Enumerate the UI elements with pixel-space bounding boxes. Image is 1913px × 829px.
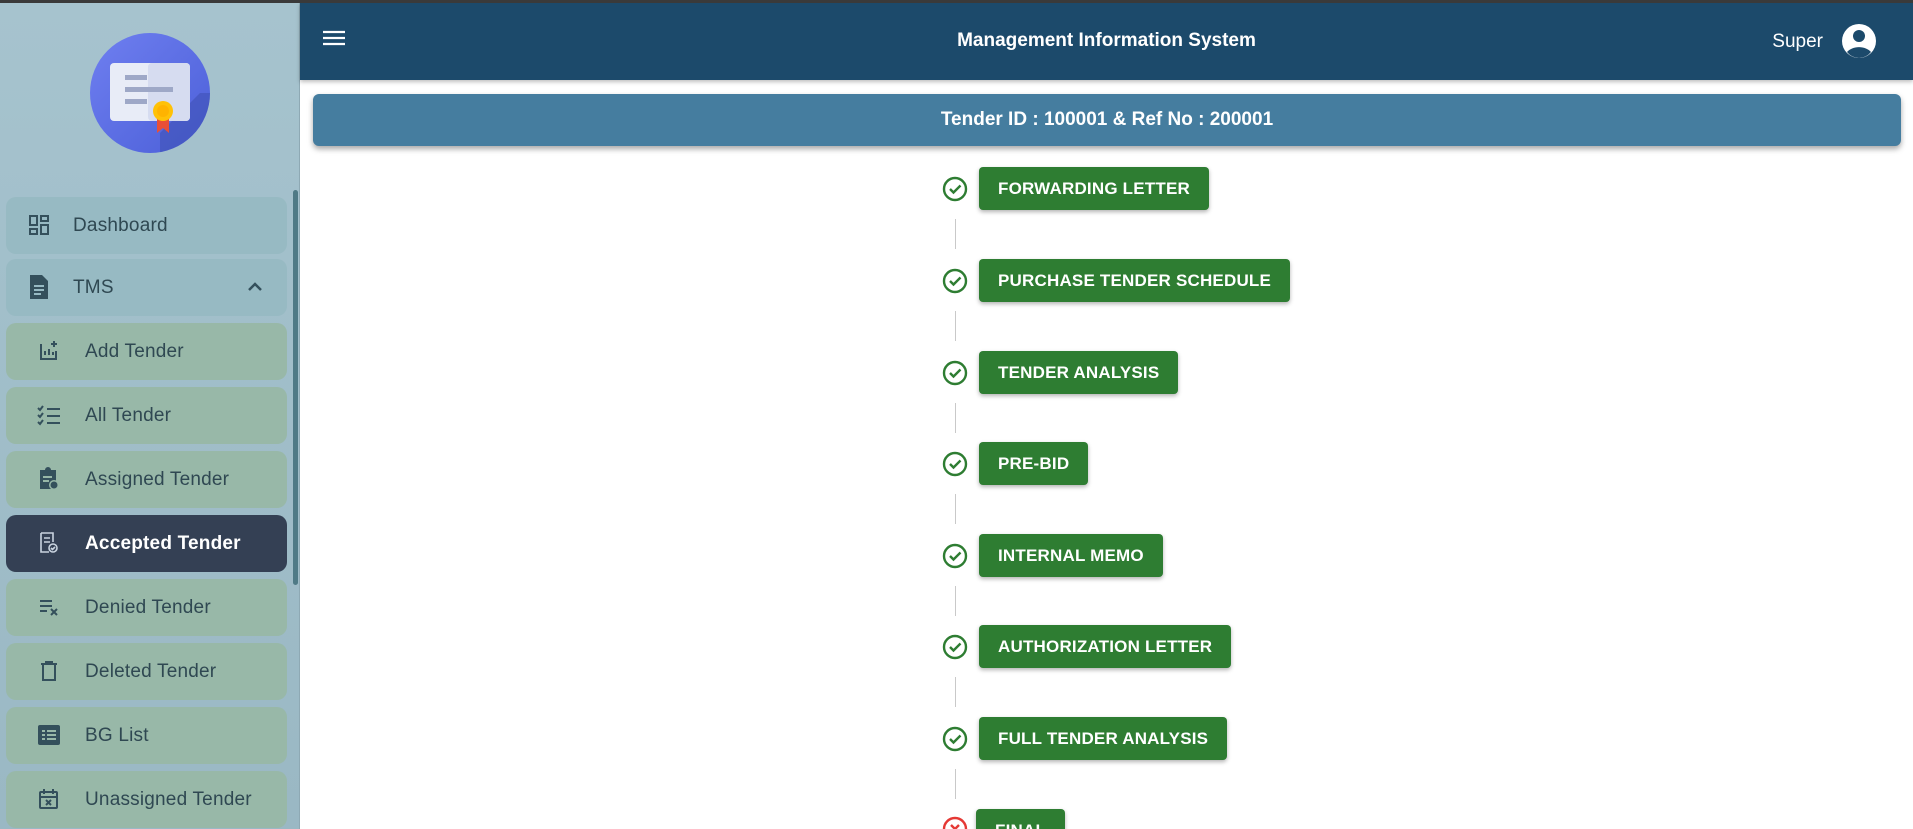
step-connector [955,677,956,707]
step-connector [955,769,956,799]
sidebar-item-label: Deleted Tender [85,660,217,682]
cancel-circle-icon [942,816,968,829]
accepted-document-icon [36,530,62,556]
dashboard-icon [26,212,52,238]
app-logo [90,33,210,153]
sidebar-item-denied-tender[interactable]: Denied Tender [6,579,287,636]
step-final-button[interactable]: FINAL [976,809,1066,829]
sidebar-item-add-tender[interactable]: Add Tender [6,323,287,380]
sidebar-item-label: Unassigned Tender [85,788,252,810]
sidebar-item-label: Add Tender [85,340,184,362]
sidebar-item-unassigned-tender[interactable]: Unassigned Tender [6,771,287,828]
window-top-border [0,0,1913,3]
check-circle-icon [942,634,968,660]
step-purchase-tender-schedule-button[interactable]: PURCHASE TENDER SCHEDULE [979,259,1291,302]
assigned-clipboard-icon [36,466,62,492]
tender-banner: Tender ID : 100001 & Ref No : 200001 [313,94,1901,146]
step-connector [955,586,956,616]
check-circle-icon [942,360,968,386]
check-circle-icon [942,268,968,294]
step-pre-bid-button[interactable]: PRE-BID [979,442,1089,485]
step-internal-memo-button[interactable]: INTERNAL MEMO [979,534,1163,577]
sidebar-item-label: Dashboard [73,214,168,236]
sidebar-scrollbar[interactable] [293,190,298,585]
playlist-remove-icon [36,594,62,620]
sidebar-item-deleted-tender[interactable]: Deleted Tender [6,643,287,700]
step-forwarding-letter-button[interactable]: FORWARDING LETTER [979,167,1209,210]
sidebar-item-label: All Tender [85,404,172,426]
sidebar-item-label: TMS [73,276,114,298]
list-box-icon [36,722,62,748]
check-circle-icon [942,176,968,202]
calendar-x-icon [36,786,62,812]
sidebar-item-bg-list[interactable]: BG List [6,707,287,764]
step-full-tender-analysis-button[interactable]: FULL TENDER ANALYSIS [979,717,1228,760]
document-icon [26,274,52,300]
sidebar-item-all-tender[interactable]: All Tender [6,387,287,444]
checklist-icon [36,402,62,428]
check-circle-icon [942,726,968,752]
sidebar-item-label: Assigned Tender [85,468,230,490]
top-app-bar: Management Information System Super [300,3,1913,80]
check-circle-icon [942,543,968,569]
step-connector [955,494,956,524]
sidebar-item-label: Denied Tender [85,596,211,618]
sidebar-item-dashboard[interactable]: Dashboard [6,197,287,254]
step-authorization-letter-button[interactable]: AUTHORIZATION LETTER [979,625,1232,668]
chevron-up-icon[interactable] [245,277,265,297]
sidebar-item-accepted-tender[interactable]: Accepted Tender [6,515,287,572]
add-chart-icon [36,338,62,364]
app-title: Management Information System [957,30,1256,51]
sidebar: Dashboard TMS Add Tender All Tender Assi… [0,0,300,829]
user-name: Super [1772,31,1823,52]
step-tender-analysis-button[interactable]: TENDER ANALYSIS [979,351,1179,394]
step-connector [955,311,956,341]
sidebar-item-label: BG List [85,724,149,746]
sidebar-item-assigned-tender[interactable]: Assigned Tender [6,451,287,508]
step-connector [955,403,956,433]
account-circle-icon[interactable] [1841,23,1877,59]
step-connector [955,219,956,249]
trash-icon [36,658,62,684]
sidebar-item-tms[interactable]: TMS [6,259,287,316]
tender-banner-text: Tender ID : 100001 & Ref No : 200001 [940,109,1274,130]
check-circle-icon [942,451,968,477]
sidebar-item-label: Accepted Tender [85,532,241,554]
